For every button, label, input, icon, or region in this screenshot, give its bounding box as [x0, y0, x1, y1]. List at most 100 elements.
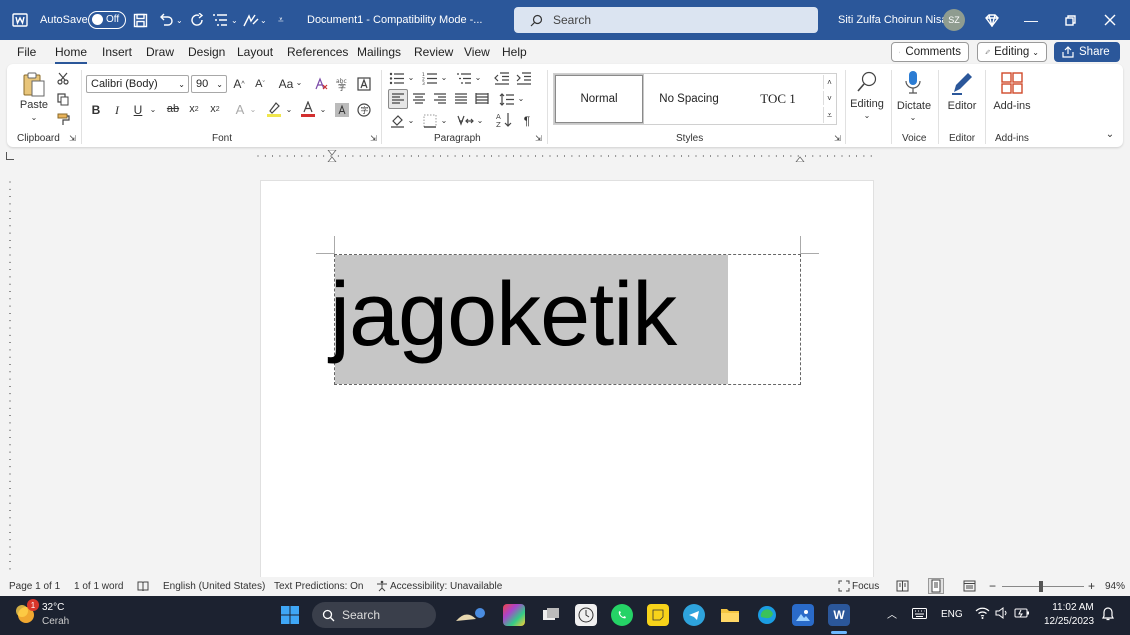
format-painter-icon[interactable]: [56, 112, 70, 126]
clock-app-icon[interactable]: [575, 604, 597, 626]
minimize-icon[interactable]: —: [1024, 0, 1038, 40]
bullets-dropdown-icon[interactable]: ⌄: [407, 73, 415, 82]
restore-icon[interactable]: [1065, 0, 1076, 40]
proofing-icon[interactable]: [137, 580, 149, 595]
tab-references[interactable]: References: [287, 45, 348, 59]
style-toc-1[interactable]: TOC 1: [735, 75, 821, 123]
draw-dropdown-icon[interactable]: ⌄: [260, 0, 267, 40]
photos-icon[interactable]: [792, 604, 814, 626]
dictate-dropdown-icon[interactable]: ⌄: [908, 113, 918, 122]
zoom-in-icon[interactable]: +: [1088, 579, 1095, 593]
subscript-icon[interactable]: x2: [187, 103, 201, 115]
tab-layout[interactable]: Layout: [237, 45, 273, 59]
word-app-icon[interactable]: [12, 0, 28, 40]
clipboard-launcher-icon[interactable]: ⇲: [68, 134, 77, 143]
tab-review[interactable]: Review: [414, 45, 453, 59]
copy-icon[interactable]: [56, 92, 70, 106]
tab-help[interactable]: Help: [502, 45, 527, 59]
distributed-icon[interactable]: [474, 92, 490, 106]
draw-pen-icon[interactable]: [242, 0, 260, 40]
grow-font-icon[interactable]: A ^: [232, 76, 246, 92]
tab-insert[interactable]: Insert: [102, 45, 132, 59]
tab-design[interactable]: Design: [188, 45, 225, 59]
highlight-dropdown-icon[interactable]: ⌄: [285, 105, 293, 114]
tab-draw[interactable]: Draw: [146, 45, 174, 59]
notifications-icon[interactable]: [1101, 606, 1115, 624]
case-dropdown-icon[interactable]: ⌄: [295, 78, 303, 87]
align-left-icon[interactable]: [388, 89, 408, 109]
web-layout-icon[interactable]: [963, 580, 976, 595]
temperature[interactable]: 32°C: [42, 602, 64, 613]
editor-icon[interactable]: [950, 70, 974, 96]
style-no-spacing[interactable]: No Spacing: [646, 75, 732, 123]
bullets-quick-icon[interactable]: [212, 0, 228, 40]
zoom-slider-thumb[interactable]: [1039, 581, 1043, 592]
battery-icon[interactable]: [1014, 607, 1030, 622]
tab-selector-icon[interactable]: [6, 152, 14, 160]
file-explorer-icon[interactable]: [719, 604, 741, 626]
search-highlight-icon[interactable]: [453, 604, 489, 626]
task-view-icon[interactable]: [540, 604, 562, 626]
styles-scroll-up-icon[interactable]: ˄: [823, 75, 835, 89]
paste-button[interactable]: Paste: [18, 99, 50, 111]
vertical-ruler[interactable]: [4, 180, 16, 575]
editor-button[interactable]: Editor: [942, 100, 982, 112]
sticky-notes-icon[interactable]: [647, 604, 669, 626]
wifi-icon[interactable]: [975, 607, 990, 622]
shading-icon[interactable]: [389, 113, 405, 128]
line-spacing-dropdown-icon[interactable]: ⌄: [517, 94, 525, 103]
character-border-icon[interactable]: [356, 76, 371, 92]
underline-dropdown-icon[interactable]: ⌄: [149, 105, 157, 114]
copilot-icon[interactable]: [503, 604, 525, 626]
print-layout-icon[interactable]: [928, 578, 944, 594]
word-count[interactable]: 1 of 1 word: [74, 581, 123, 592]
font-name-select[interactable]: Calibri (Body) ⌄: [86, 75, 189, 93]
underline-icon[interactable]: U: [131, 103, 145, 117]
change-case-button[interactable]: Aa: [277, 76, 295, 92]
phonetic-guide-icon[interactable]: abc 字: [335, 76, 349, 92]
clock-date[interactable]: 12/25/2023: [1040, 616, 1098, 627]
bullets-dropdown-icon[interactable]: ⌄: [231, 0, 238, 40]
enclose-characters-icon[interactable]: 字: [356, 102, 371, 117]
text-effects-dropdown-icon[interactable]: ⌄: [249, 105, 257, 114]
accessibility-status[interactable]: Accessibility: Unavailable: [390, 581, 502, 592]
bullets-icon[interactable]: [389, 71, 405, 85]
language-status[interactable]: English (United States): [163, 581, 265, 592]
collapse-ribbon-icon[interactable]: ⌄: [1104, 129, 1116, 140]
show-hidden-icons-icon[interactable]: ︿: [887, 606, 897, 621]
multilevel-dropdown-icon[interactable]: ⌄: [474, 73, 482, 82]
align-center-icon[interactable]: [411, 92, 427, 106]
tab-mailings[interactable]: Mailings: [357, 45, 401, 59]
highlight-color-icon[interactable]: [266, 100, 282, 118]
multilevel-list-icon[interactable]: [456, 71, 472, 85]
share-button[interactable]: Share: [1054, 42, 1120, 62]
microphone-icon[interactable]: [904, 70, 922, 96]
styles-more-icon[interactable]: ⩡: [823, 107, 835, 123]
focus-button[interactable]: Focus: [852, 581, 879, 592]
telegram-icon[interactable]: [683, 604, 705, 626]
comments-button[interactable]: Comments: [891, 42, 969, 62]
styles-launcher-icon[interactable]: ⇲: [833, 134, 842, 143]
word-taskbar-icon[interactable]: W: [828, 604, 850, 626]
justify-icon[interactable]: [453, 92, 469, 106]
paste-dropdown-icon[interactable]: ⌄: [28, 113, 40, 122]
asian-layout-icon[interactable]: [457, 113, 475, 128]
font-size-select[interactable]: 90 ⌄: [191, 75, 227, 93]
show-formatting-marks-icon[interactable]: ¶: [520, 113, 534, 128]
editing-mode-button[interactable]: Editing ⌄: [977, 42, 1047, 62]
text-effects-icon[interactable]: A: [232, 102, 248, 117]
cut-icon[interactable]: [56, 71, 70, 85]
customize-toolbar-icon[interactable]: ⩡: [278, 0, 284, 40]
borders-icon[interactable]: [422, 113, 438, 128]
undo-dropdown-icon[interactable]: ⌄: [176, 0, 183, 40]
add-ins-button[interactable]: Add-ins: [990, 100, 1034, 112]
tab-home[interactable]: Home: [55, 45, 88, 64]
avatar[interactable]: SZ: [943, 9, 965, 31]
decrease-indent-icon[interactable]: [494, 71, 510, 85]
diamond-premium-icon[interactable]: [985, 0, 999, 40]
clock-time[interactable]: 11:02 AM: [1048, 602, 1098, 613]
font-color-dropdown-icon[interactable]: ⌄: [319, 105, 327, 114]
tab-file[interactable]: File: [17, 45, 36, 59]
save-icon[interactable]: [133, 0, 148, 40]
paste-icon[interactable]: [20, 70, 48, 100]
